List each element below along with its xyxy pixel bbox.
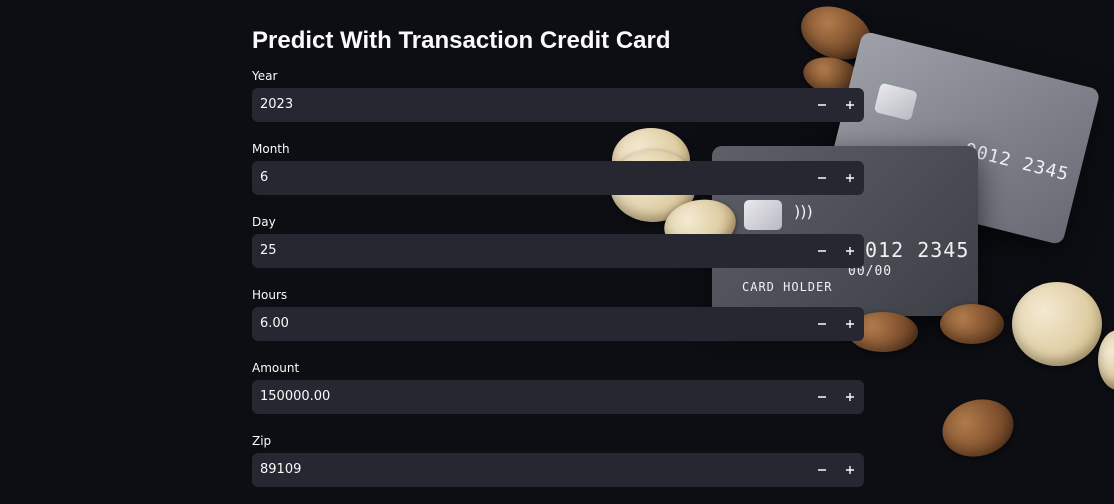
hours-field: Hours 6.00 xyxy=(252,287,864,360)
year-label: Year xyxy=(252,69,278,83)
plus-icon xyxy=(846,320,854,328)
month-label: Month xyxy=(252,142,290,156)
day-input[interactable]: 25 xyxy=(252,234,864,268)
plus-icon xyxy=(846,101,854,109)
day-value[interactable]: 25 xyxy=(252,234,808,268)
amount-value[interactable]: 150000.00 xyxy=(252,380,808,414)
page-title: Predict With Transaction Credit Card xyxy=(252,27,671,54)
year-input[interactable]: 2023 xyxy=(252,88,864,122)
plus-icon xyxy=(846,247,854,255)
amount-label: Amount xyxy=(252,361,300,375)
month-increment-button[interactable] xyxy=(836,161,864,195)
hours-label: Hours xyxy=(252,288,288,302)
card-chip-icon xyxy=(873,82,918,121)
amount-increment-button[interactable] xyxy=(836,380,864,414)
plus-icon xyxy=(846,174,854,182)
amount-decrement-button[interactable] xyxy=(808,380,836,414)
coin-decoration xyxy=(1098,330,1114,390)
minus-icon xyxy=(818,323,826,325)
coin-decoration xyxy=(940,304,1004,344)
minus-icon xyxy=(818,177,826,179)
month-input[interactable]: 6 xyxy=(252,161,864,195)
day-field: Day 25 xyxy=(252,214,864,287)
month-field: Month 6 xyxy=(252,141,864,214)
minus-icon xyxy=(818,104,826,106)
day-label: Day xyxy=(252,215,276,229)
app: 9012 2345 ))) 9012 2345 00/00 CARD HOLDE… xyxy=(0,0,1114,504)
zip-value[interactable]: 89109 xyxy=(252,453,808,487)
month-decrement-button[interactable] xyxy=(808,161,836,195)
year-increment-button[interactable] xyxy=(836,88,864,122)
coin-decoration xyxy=(1012,282,1102,366)
minus-icon xyxy=(818,250,826,252)
zip-label: Zip xyxy=(252,434,272,448)
hours-decrement-button[interactable] xyxy=(808,307,836,341)
plus-icon xyxy=(846,466,854,474)
coin-decoration xyxy=(935,391,1021,465)
zip-increment-button[interactable] xyxy=(836,453,864,487)
amount-field: Amount 150000.00 xyxy=(252,360,864,433)
year-field: Year 2023 xyxy=(252,68,864,141)
year-value[interactable]: 2023 xyxy=(252,88,808,122)
minus-icon xyxy=(818,396,826,398)
plus-icon xyxy=(846,393,854,401)
day-increment-button[interactable] xyxy=(836,234,864,268)
hours-increment-button[interactable] xyxy=(836,307,864,341)
card-number: 9012 2345 xyxy=(852,238,970,262)
zip-decrement-button[interactable] xyxy=(808,453,836,487)
zip-input[interactable]: 89109 xyxy=(252,453,864,487)
amount-input[interactable]: 150000.00 xyxy=(252,380,864,414)
minus-icon xyxy=(818,469,826,471)
zip-field: Zip 89109 xyxy=(252,433,864,504)
prediction-form: Predict With Transaction Credit Card Yea… xyxy=(252,24,864,504)
hours-value[interactable]: 6.00 xyxy=(252,307,808,341)
card-number: 9012 2345 xyxy=(962,139,1072,186)
day-decrement-button[interactable] xyxy=(808,234,836,268)
hours-input[interactable]: 6.00 xyxy=(252,307,864,341)
month-value[interactable]: 6 xyxy=(252,161,808,195)
year-decrement-button[interactable] xyxy=(808,88,836,122)
